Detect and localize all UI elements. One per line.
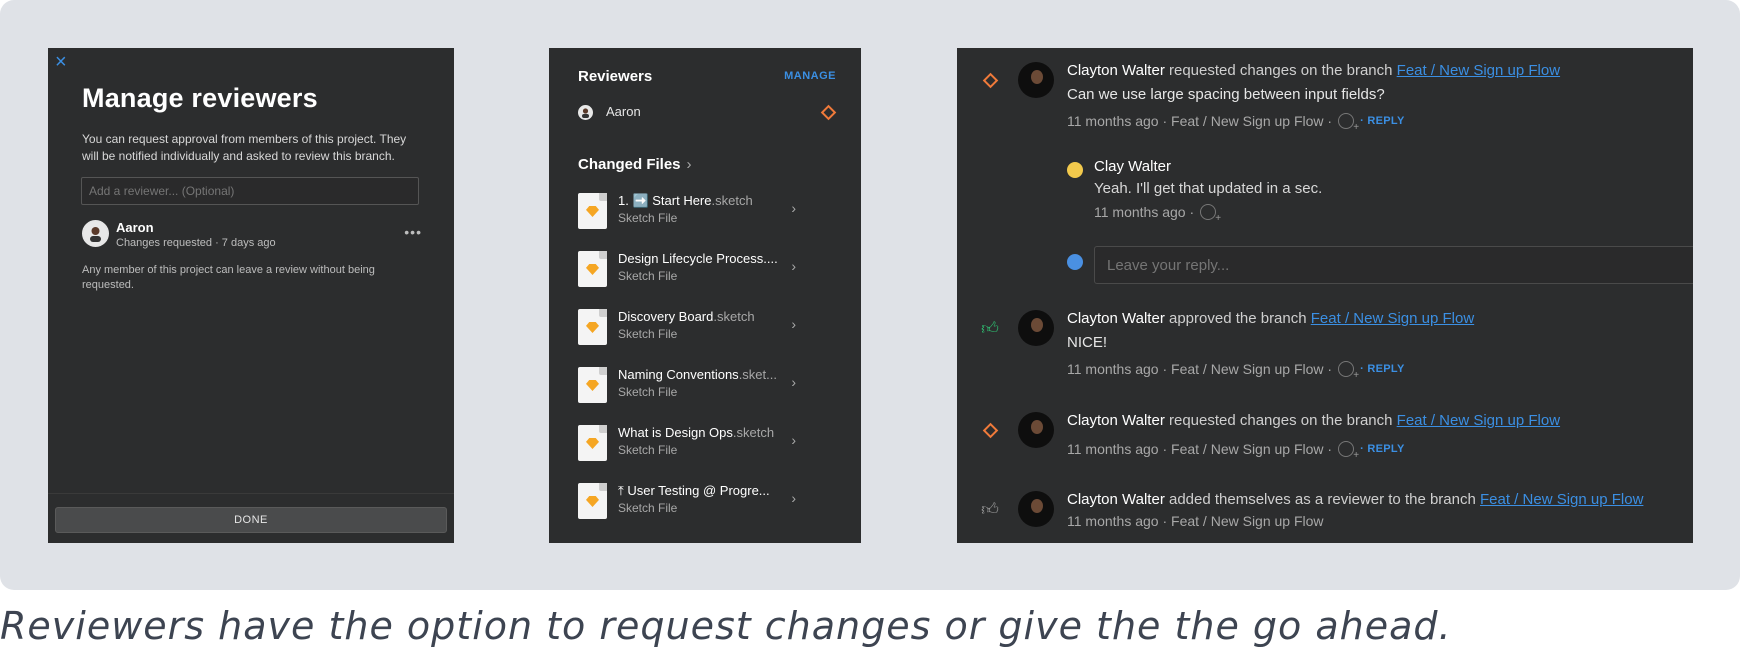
reply-meta: 11 months ago · bbox=[1094, 204, 1221, 224]
activity-item: 👍︎ Clayton Walter added themselves as a … bbox=[957, 491, 1693, 536]
reviewer-name: Aaron bbox=[116, 220, 154, 235]
activity-line: Clayton Walter approved the branch Feat … bbox=[1067, 310, 1475, 327]
file-item[interactable]: Naming Conventions.sket... Sketch File › bbox=[578, 367, 836, 425]
sketch-file-icon bbox=[578, 309, 607, 345]
more-options-icon[interactable]: ••• bbox=[404, 224, 422, 240]
reviewer-row: Aaron Changes requested · 7 days ago ••• bbox=[82, 220, 422, 250]
sidebar-reviewer-name: Aaron bbox=[606, 104, 641, 119]
file-name: What is Design Ops.sketch bbox=[618, 425, 775, 440]
thumbs-up-icon: 👍︎ bbox=[981, 318, 999, 338]
reply-text: Yeah. I'll get that updated in a sec. bbox=[1094, 180, 1323, 197]
thumbs-up-outline-icon: 👍︎ bbox=[981, 499, 999, 519]
dialog-description: You can request approval from members of… bbox=[82, 132, 407, 163]
changes-requested-icon bbox=[980, 420, 1000, 440]
branch-link[interactable]: Feat / New Sign up Flow bbox=[1311, 310, 1474, 327]
add-reaction-icon[interactable] bbox=[1338, 361, 1359, 381]
avatar bbox=[1018, 62, 1054, 98]
file-type: Sketch File bbox=[618, 269, 678, 283]
dialog-title: Manage reviewers bbox=[82, 83, 318, 113]
comment-meta: 11 months ago · Feat / New Sign up Flow … bbox=[1067, 441, 1405, 461]
comment-body: Can we use large spacing between input f… bbox=[1067, 86, 1385, 103]
chevron-right-icon: › bbox=[791, 200, 796, 216]
branch-sidebar: Reviewers MANAGE Aaron Changed Files › 1.… bbox=[549, 48, 861, 543]
sketch-file-icon bbox=[578, 251, 607, 287]
activity-line: Clayton Walter requested changes on the … bbox=[1067, 62, 1561, 79]
done-button[interactable]: DONE bbox=[55, 507, 447, 533]
screenshot-stage: × Manage reviewers You can request appro… bbox=[0, 0, 1740, 590]
changes-requested-icon bbox=[980, 70, 1000, 90]
review-note: Any member of this project can leave a r… bbox=[82, 264, 375, 291]
file-item[interactable]: 1. ➡️ Start Here.sketch Sketch File › bbox=[578, 193, 836, 251]
file-item[interactable]: Design Lifecycle Process.... Sketch File › bbox=[578, 251, 836, 309]
avatar bbox=[1018, 310, 1054, 346]
file-type: Sketch File bbox=[618, 385, 678, 399]
dialog-footer: DONE bbox=[48, 493, 454, 543]
avatar bbox=[1018, 412, 1054, 448]
file-name: ⤒ User Testing @ Progre... bbox=[618, 483, 770, 498]
figure-caption: Reviewers have the option to request cha… bbox=[0, 604, 1452, 648]
activity-item: 👍︎ Clayton Walter approved the branch Fe… bbox=[957, 310, 1693, 381]
chevron-right-icon: › bbox=[791, 316, 796, 332]
add-reviewer-input[interactable] bbox=[81, 177, 419, 205]
comment-body: NICE! bbox=[1067, 334, 1108, 351]
reply-button[interactable]: · REPLY bbox=[1360, 363, 1404, 375]
sidebar-reviewer-row[interactable]: Aaron bbox=[578, 104, 837, 122]
activity-feed: Clayton Walter requested changes on the … bbox=[957, 48, 1693, 543]
sketch-file-icon bbox=[578, 425, 607, 461]
file-type: Sketch File bbox=[618, 443, 678, 457]
comment-meta: 11 months ago · Feat / New Sign up Flow bbox=[1067, 513, 1324, 529]
file-type: Sketch File bbox=[618, 211, 678, 225]
file-type: Sketch File bbox=[618, 327, 678, 341]
branch-link[interactable]: Feat / New Sign up Flow bbox=[1397, 62, 1560, 79]
reply-button[interactable]: · REPLY bbox=[1360, 443, 1404, 455]
comment-meta: 11 months ago · Feat / New Sign up Flow … bbox=[1067, 113, 1405, 133]
chevron-right-icon: › bbox=[791, 490, 796, 506]
comment-meta: 11 months ago · Feat / New Sign up Flow … bbox=[1067, 361, 1405, 381]
reviewer-status: Changes requested · 7 days ago bbox=[116, 237, 276, 249]
avatar bbox=[1018, 491, 1054, 527]
reply-author: Clay Walter bbox=[1094, 158, 1171, 175]
reply-button[interactable]: · REPLY bbox=[1360, 115, 1404, 127]
sketch-file-icon bbox=[578, 367, 607, 403]
activity-line: Clayton Walter requested changes on the … bbox=[1067, 412, 1561, 429]
file-item[interactable]: What is Design Ops.sketch Sketch File › bbox=[578, 425, 836, 483]
avatar bbox=[578, 105, 593, 120]
changed-files-label: Changed Files bbox=[578, 156, 681, 173]
reply-input[interactable] bbox=[1094, 246, 1693, 284]
branch-link[interactable]: Feat / New Sign up Flow bbox=[1397, 412, 1560, 429]
file-name: Discovery Board.sketch bbox=[618, 309, 755, 324]
sketch-file-icon bbox=[578, 483, 607, 519]
file-name: Design Lifecycle Process.... bbox=[618, 251, 778, 266]
chevron-right-icon: › bbox=[791, 374, 796, 390]
chevron-right-icon: › bbox=[791, 258, 796, 274]
file-item[interactable]: ⤒ User Testing @ Progre... Sketch File › bbox=[578, 483, 836, 541]
file-type: Sketch File bbox=[618, 501, 678, 515]
avatar bbox=[82, 220, 109, 247]
manage-link[interactable]: MANAGE bbox=[784, 70, 836, 82]
avatar bbox=[1067, 254, 1083, 270]
add-reaction-icon[interactable] bbox=[1338, 441, 1359, 461]
file-name: Naming Conventions.sket... bbox=[618, 367, 777, 382]
activity-line: Clayton Walter added themselves as a rev… bbox=[1067, 491, 1644, 508]
chevron-right-icon: › bbox=[791, 432, 796, 448]
avatar bbox=[1067, 162, 1083, 178]
reviewers-heading: Reviewers bbox=[578, 68, 653, 85]
chevron-right-icon: › bbox=[686, 156, 692, 173]
activity-item: Clayton Walter requested changes on the … bbox=[957, 412, 1693, 462]
branch-link[interactable]: Feat / New Sign up Flow bbox=[1480, 491, 1643, 508]
sketch-file-icon bbox=[578, 193, 607, 229]
manage-reviewers-dialog: × Manage reviewers You can request appro… bbox=[48, 48, 454, 543]
changed-files-heading[interactable]: Changed Files › bbox=[578, 156, 692, 173]
reply-composer bbox=[1067, 246, 1693, 284]
file-item[interactable]: Discovery Board.sketch Sketch File › bbox=[578, 309, 836, 367]
add-reaction-icon[interactable] bbox=[1200, 204, 1221, 224]
changes-requested-icon bbox=[820, 104, 837, 121]
file-name: 1. ➡️ Start Here.sketch bbox=[618, 193, 753, 208]
file-list: 1. ➡️ Start Here.sketch Sketch File › Desi… bbox=[578, 193, 836, 541]
activity-item: Clayton Walter requested changes on the … bbox=[957, 62, 1693, 133]
close-icon[interactable]: × bbox=[55, 52, 67, 72]
add-reaction-icon[interactable] bbox=[1338, 113, 1359, 133]
